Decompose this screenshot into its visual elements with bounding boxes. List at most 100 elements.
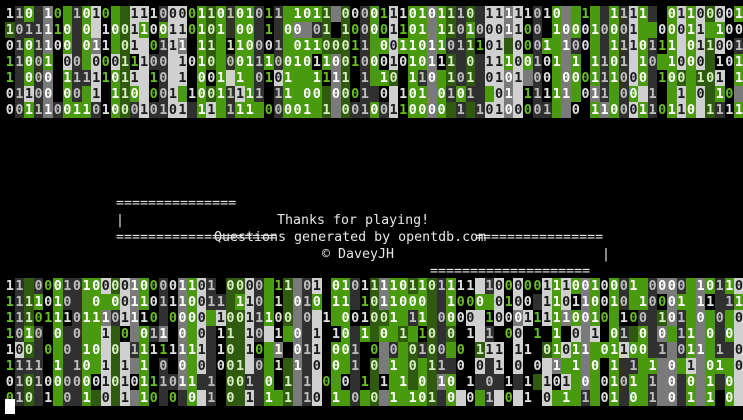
binary-digit: 1 bbox=[244, 374, 255, 390]
binary-digit: 0 bbox=[52, 326, 63, 342]
binary-digit bbox=[542, 22, 552, 38]
binary-digit: 0 bbox=[43, 86, 53, 102]
binary-digit: 0 bbox=[532, 358, 543, 374]
binary-digit bbox=[695, 390, 706, 406]
binary-digit: 0 bbox=[657, 102, 667, 118]
binary-digit: 1 bbox=[619, 6, 629, 22]
binary-digit bbox=[407, 326, 418, 342]
binary-digit bbox=[331, 310, 341, 326]
binary-digit: 1 bbox=[264, 390, 274, 406]
binary-digit bbox=[705, 54, 715, 70]
binary-digit bbox=[475, 310, 485, 326]
binary-digit: 0 bbox=[513, 294, 524, 310]
binary-digit bbox=[724, 310, 735, 326]
binary-digit: 0 bbox=[110, 22, 121, 38]
binary-digit bbox=[244, 358, 255, 374]
binary-digit bbox=[455, 390, 466, 406]
binary-digit: 0 bbox=[43, 70, 53, 86]
binary-digit bbox=[331, 6, 341, 22]
binary-digit bbox=[571, 6, 581, 22]
binary-digit: 0 bbox=[33, 54, 44, 70]
binary-digit bbox=[427, 86, 437, 102]
binary-digit: 1 bbox=[609, 70, 619, 86]
binary-digit: 0 bbox=[513, 38, 524, 54]
binary-digit: 1 bbox=[91, 38, 101, 54]
binary-digit bbox=[695, 326, 706, 342]
binary-digit bbox=[225, 294, 236, 310]
binary-digit: 0 bbox=[513, 54, 524, 70]
binary-digit: 1 bbox=[359, 86, 370, 102]
binary-digit: 0 bbox=[666, 358, 677, 374]
binary-digit bbox=[216, 38, 226, 54]
binary-digit: 0 bbox=[369, 294, 380, 310]
binary-digit: 1 bbox=[196, 54, 207, 70]
binary-digit bbox=[187, 38, 197, 54]
binary-digit: 1 bbox=[455, 6, 466, 22]
binary-digit: 1 bbox=[590, 54, 600, 70]
binary-digit bbox=[609, 86, 619, 102]
binary-digit: 0 bbox=[686, 54, 696, 70]
binary-digit: 0 bbox=[33, 310, 44, 326]
binary-digit: 0 bbox=[148, 38, 159, 54]
binary-digit: 1 bbox=[388, 6, 399, 22]
binary-digit: 1 bbox=[321, 54, 332, 70]
binary-digit: 1 bbox=[417, 326, 428, 342]
binary-digit: 1 bbox=[216, 86, 226, 102]
binary-digit bbox=[734, 374, 743, 390]
binary-digit bbox=[302, 326, 312, 342]
binary-digit: 1 bbox=[177, 54, 188, 70]
binary-digit: 1 bbox=[283, 70, 293, 86]
binary-digit bbox=[657, 374, 667, 390]
binary-digit: 1 bbox=[235, 38, 245, 54]
binary-digit: 1 bbox=[43, 102, 53, 118]
binary-digit: 0 bbox=[148, 390, 159, 406]
binary-digit bbox=[484, 86, 495, 102]
binary-digit: 0 bbox=[523, 22, 533, 38]
banner-left-rule-2: ==================== bbox=[116, 230, 277, 245]
binary-digit: 1 bbox=[542, 278, 552, 294]
binary-digit bbox=[503, 358, 514, 374]
binary-digit: 1 bbox=[532, 326, 543, 342]
binary-digit: 1 bbox=[571, 358, 581, 374]
binary-digit: 0 bbox=[72, 278, 82, 294]
binary-digit: 0 bbox=[551, 374, 562, 390]
binary-digit: 1 bbox=[695, 70, 706, 86]
binary-digit bbox=[724, 70, 735, 86]
binary-digit bbox=[427, 22, 437, 38]
binary-digit: 1 bbox=[14, 86, 25, 102]
binary-digit bbox=[388, 326, 399, 342]
binary-digit: 1 bbox=[331, 326, 341, 342]
binary-digit: 1 bbox=[388, 358, 399, 374]
binary-digit bbox=[427, 310, 437, 326]
binary-digit: 1 bbox=[551, 310, 562, 326]
binary-digit bbox=[33, 342, 44, 358]
binary-digit: 0 bbox=[264, 374, 274, 390]
binary-digit: 1 bbox=[666, 38, 677, 54]
binary-digit bbox=[465, 102, 476, 118]
binary-digit: 1 bbox=[52, 358, 63, 374]
binary-digit: 1 bbox=[532, 54, 543, 70]
binary-digit: 1 bbox=[5, 326, 15, 342]
binary-digit: 0 bbox=[571, 102, 581, 118]
binary-digit bbox=[72, 294, 82, 310]
binary-digit: 1 bbox=[398, 102, 408, 118]
binary-digit: 1 bbox=[264, 54, 274, 70]
binary-digit: 1 bbox=[235, 294, 245, 310]
binary-digit: 1 bbox=[494, 6, 504, 22]
binary-digit: 1 bbox=[705, 38, 715, 54]
binary-digit: 0 bbox=[465, 54, 476, 70]
binary-digit bbox=[551, 70, 562, 86]
terminal-window[interactable]: 110 10 1010 1110000110101011 1011 000011… bbox=[0, 0, 743, 420]
binary-digit: 1 bbox=[551, 358, 562, 374]
binary-digit: 0 bbox=[196, 70, 207, 86]
binary-digit: 1 bbox=[455, 102, 466, 118]
binary-digit bbox=[647, 70, 658, 86]
binary-digit: 0 bbox=[110, 294, 121, 310]
binary-digit: 1 bbox=[359, 326, 370, 342]
binary-digit: 0 bbox=[206, 54, 217, 70]
binary-digit: 1 bbox=[168, 342, 178, 358]
binary-digit: 1 bbox=[100, 326, 111, 342]
binary-digit: 1 bbox=[33, 374, 44, 390]
binary-digit: 1 bbox=[24, 358, 34, 374]
binary-digit: 1 bbox=[244, 342, 255, 358]
